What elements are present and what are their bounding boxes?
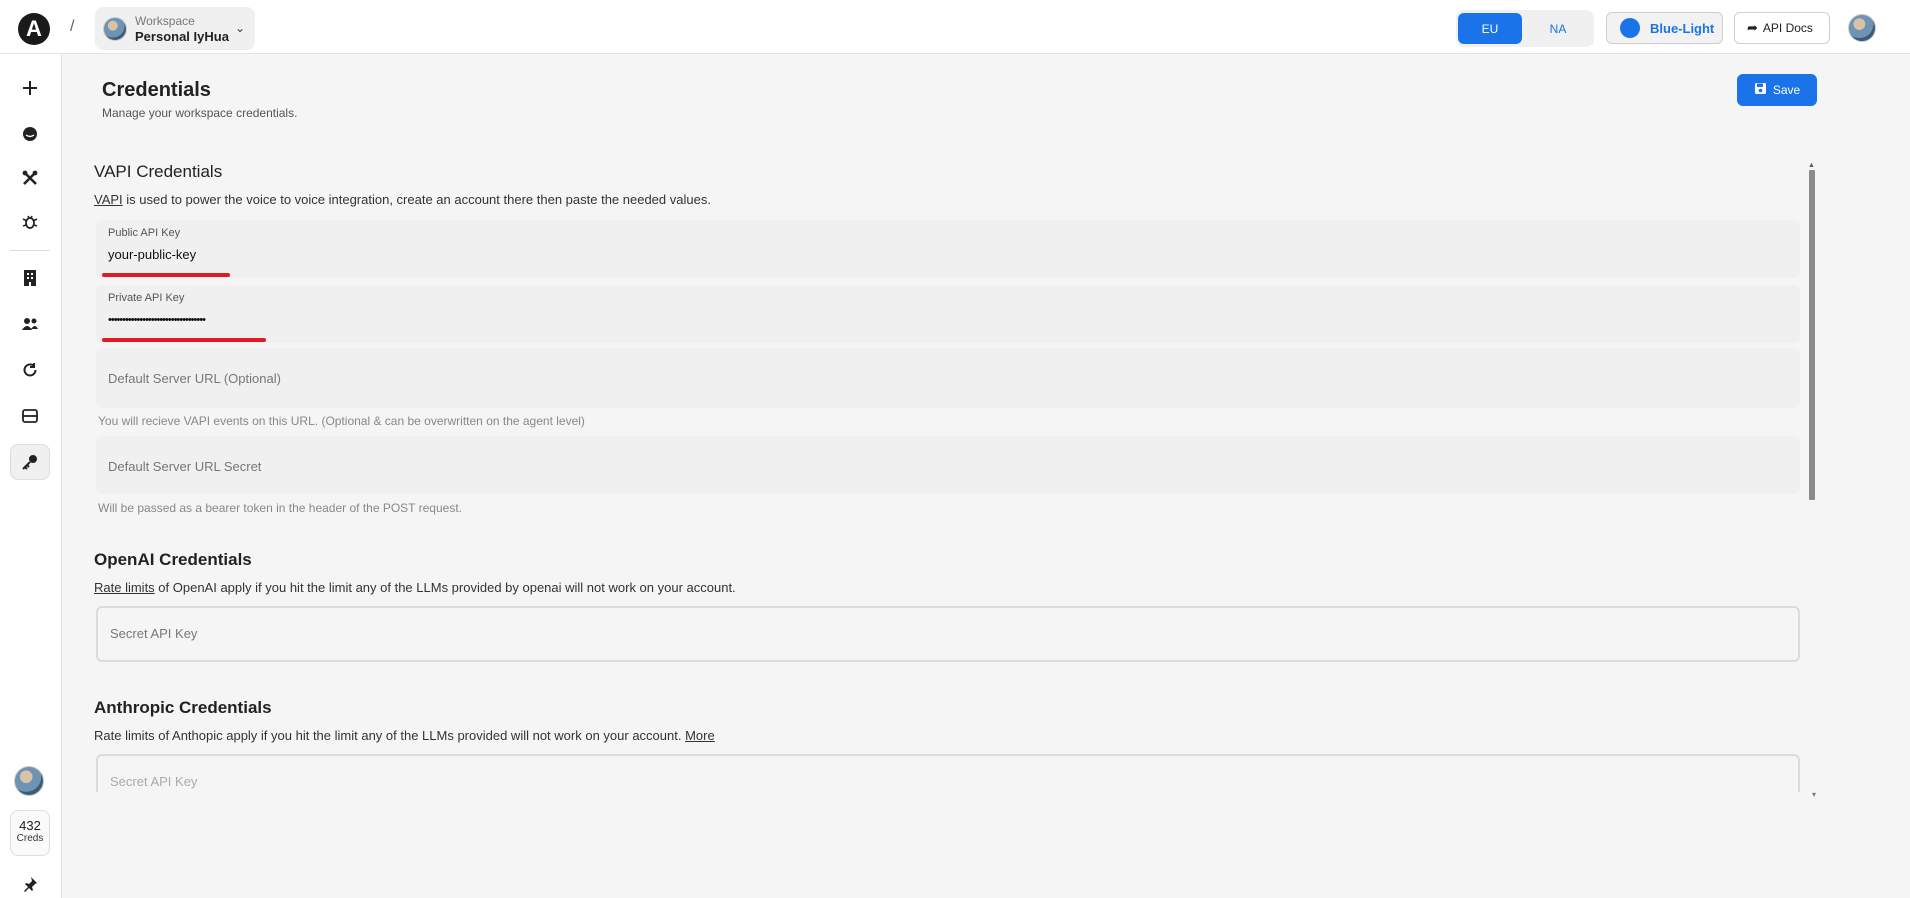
theme-button[interactable]: Blue-Light [1606, 12, 1723, 44]
pin-icon[interactable] [10, 866, 50, 898]
creds-label: Creds [16, 833, 44, 844]
content-scrollbar[interactable]: ▲ [1808, 162, 1815, 502]
page-title: Credentials [102, 79, 211, 101]
openai-secret-placeholder: Secret API Key [110, 626, 198, 641]
creds-count: 432 [19, 818, 41, 833]
theme-color-icon [1620, 18, 1640, 38]
private-api-key-label: Private API Key [108, 292, 185, 304]
anthropic-secret-input[interactable]: Secret API Key [96, 754, 1800, 792]
server-url-input[interactable]: Default Server URL (Optional) [96, 348, 1800, 408]
server-secret-placeholder: Default Server URL Secret [108, 459, 262, 474]
creds-counter[interactable]: 432 Creds [10, 810, 50, 856]
share-arrow-icon: ➦ [1747, 20, 1758, 35]
scroll-down-icon[interactable]: ▾ [1812, 790, 1816, 799]
server-secret-input[interactable]: Default Server URL Secret [96, 436, 1800, 494]
vapi-description-text: is used to power the voice to voice inte… [122, 192, 711, 207]
plus-icon[interactable] [10, 70, 50, 106]
workspace-name: Personal IyHua [135, 29, 229, 44]
credentials-content: VAPI Credentials VAPI is used to power t… [94, 162, 1810, 792]
public-api-key-value: your-public-key [108, 247, 197, 262]
server-url-hint: You will recieve VAPI events on this URL… [98, 414, 585, 428]
private-api-key-field[interactable]: Private API Key ••••••••••••••••••••••••… [96, 285, 1800, 343]
sidebar-divider [10, 250, 50, 251]
breadcrumb-separator: / [70, 18, 75, 35]
workspace-label: Workspace [135, 14, 195, 28]
anthropic-secret-placeholder: Secret API Key [110, 774, 198, 789]
save-label: Save [1772, 83, 1801, 97]
vapi-link[interactable]: VAPI [94, 192, 123, 207]
region-eu-button[interactable]: EU [1458, 13, 1522, 44]
openai-section-title: OpenAI Credentials [94, 550, 252, 569]
vapi-section-description: VAPI is used to power the voice to voice… [94, 192, 711, 207]
refresh-icon[interactable] [10, 352, 50, 388]
page-subtitle: Manage your workspace credentials. [102, 106, 298, 120]
public-api-key-label: Public API Key [108, 227, 181, 239]
openai-description-text: of OpenAI apply if you hit the limit any… [154, 580, 736, 595]
bug-icon[interactable] [10, 204, 50, 240]
region-toggle: EU NA [1456, 10, 1594, 47]
key-icon[interactable] [10, 444, 50, 480]
tools-icon[interactable] [10, 160, 50, 196]
scroll-up-icon[interactable]: ▲ [1808, 162, 1815, 169]
floppy-disk-icon [1754, 82, 1767, 98]
anthropic-section-title: Anthropic Credentials [94, 698, 272, 717]
openai-section-description: Rate limits of OpenAI apply if you hit t… [94, 580, 736, 595]
chat-icon[interactable] [10, 116, 50, 152]
anthropic-description-text: Rate limits of Anthopic apply if you hit… [94, 728, 686, 743]
rate-limits-link[interactable]: Rate limits [94, 580, 155, 595]
api-docs-button[interactable]: ➦ API Docs [1734, 12, 1830, 44]
annotation-underline [102, 273, 230, 277]
user-avatar[interactable] [1848, 14, 1876, 42]
database-icon[interactable] [10, 398, 50, 434]
chevron-down-icon: ⌄ [234, 21, 245, 35]
sidebar: 432 Creds [0, 54, 62, 898]
server-secret-hint: Will be passed as a bearer token in the … [98, 501, 462, 515]
api-docs-label: API Docs [1762, 21, 1813, 35]
vapi-section-title: VAPI Credentials [94, 162, 223, 181]
public-api-key-field[interactable]: Public API Key your-public-key [96, 220, 1800, 278]
theme-label: Blue-Light [1650, 20, 1715, 36]
private-api-key-value: •••••••••••••••••••••••••••••••••• [108, 314, 206, 326]
openai-secret-input[interactable]: Secret API Key [96, 606, 1800, 662]
workspace-avatar [103, 17, 127, 41]
annotation-underline [102, 338, 266, 342]
building-icon[interactable] [10, 260, 50, 296]
top-bar: A / Workspace Personal IyHua ⌄ EU NA Blu… [0, 0, 1910, 54]
sidebar-user-avatar[interactable] [14, 766, 44, 796]
scroll-thumb[interactable] [1809, 170, 1815, 500]
workspace-switcher[interactable]: Workspace Personal IyHua ⌄ [95, 7, 255, 50]
region-na-button[interactable]: NA [1526, 13, 1590, 44]
save-button[interactable]: Save [1737, 74, 1817, 106]
app-logo[interactable]: A [18, 13, 50, 45]
more-link[interactable]: More [685, 728, 715, 743]
anthropic-section-description: Rate limits of Anthopic apply if you hit… [94, 728, 715, 743]
server-url-placeholder: Default Server URL (Optional) [108, 371, 281, 386]
users-icon[interactable] [10, 306, 50, 342]
